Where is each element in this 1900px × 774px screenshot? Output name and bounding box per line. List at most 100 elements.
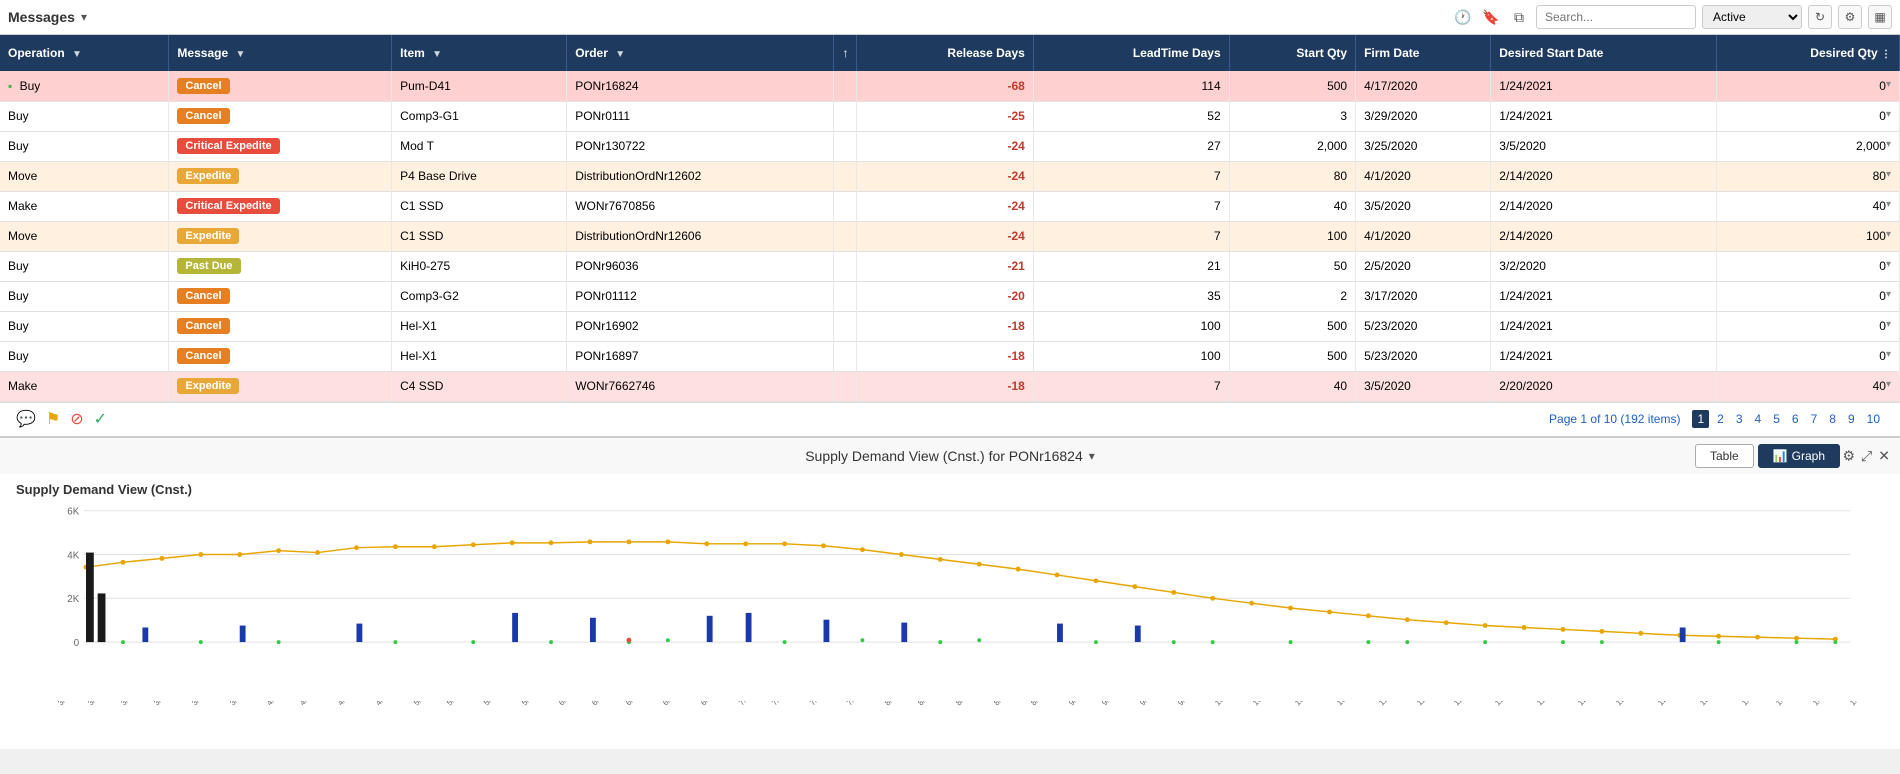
table-row[interactable]: Move Expedite C1 SSD DistributionOrdNr12… — [0, 221, 1900, 251]
cell-order: PONr130722 — [567, 131, 834, 161]
cell-message: Cancel — [169, 71, 392, 101]
page-link-5[interactable]: 5 — [1769, 410, 1784, 428]
cell-item: C1 SSD — [392, 221, 567, 251]
col-message[interactable]: Message ▼ — [169, 35, 392, 71]
row-expand-icon[interactable]: ▾ — [1886, 229, 1891, 240]
row-expand-icon[interactable]: ▾ — [1886, 169, 1891, 180]
table-row[interactable]: ▪ Buy Cancel Pum-D41 PONr16824 -68 114 5… — [0, 71, 1900, 101]
page-link-1[interactable]: 1 — [1692, 410, 1709, 428]
row-expand-icon[interactable]: ▾ — [1886, 139, 1891, 150]
cell-firm-date: 4/1/2020 — [1356, 161, 1491, 191]
bookmark-icon[interactable]: 🔖 — [1480, 6, 1502, 28]
supply-demand-header: Supply Demand View (Cnst.) for PONr16824… — [0, 436, 1900, 474]
top-bar: Messages ▾ 🕐 🔖 ⧉ Active Inactive All ↻ ⚙… — [0, 0, 1900, 35]
cell-firm-date: 3/5/2020 — [1356, 191, 1491, 221]
table-row[interactable]: Buy Past Due KiH0-275 PONr96036 -21 21 5… — [0, 251, 1900, 281]
cell-desired-start: 2/20/2020 — [1491, 371, 1717, 401]
status-select[interactable]: Active Inactive All — [1702, 5, 1802, 29]
table-row[interactable]: Buy Cancel Comp3-G2 PONr01112 -20 35 2 3… — [0, 281, 1900, 311]
cell-sort — [834, 341, 857, 371]
chevron-down-icon[interactable]: ▾ — [81, 10, 87, 24]
cell-leadtime-days: 21 — [1033, 251, 1229, 281]
table-row[interactable]: Make Expedite C4 SSD WONr7662746 -18 7 4… — [0, 371, 1900, 401]
message-badge: Expedite — [177, 378, 239, 394]
cell-leadtime-days: 7 — [1033, 191, 1229, 221]
row-expand-icon[interactable]: ▾ — [1886, 349, 1891, 360]
cell-order: PONr0111 — [567, 101, 834, 131]
col-item[interactable]: Item ▼ — [392, 35, 567, 71]
row-expand-icon[interactable]: ▾ — [1886, 259, 1891, 270]
row-expand-icon[interactable]: ▾ — [1886, 109, 1891, 120]
graph-icon: 📊 — [1773, 449, 1788, 463]
bar-blue-6 — [707, 615, 713, 641]
settings-button[interactable]: ⚙ — [1838, 5, 1862, 29]
page-link-7[interactable]: 7 — [1807, 410, 1822, 428]
cell-desired-start: 2/14/2020 — [1491, 221, 1717, 251]
cancel-action-icon[interactable]: ⊘ — [70, 409, 83, 429]
table-row[interactable]: Buy Cancel Hel-X1 PONr16902 -18 100 500 … — [0, 311, 1900, 341]
row-expand-icon[interactable]: ▾ — [1886, 199, 1891, 210]
search-input[interactable] — [1536, 5, 1696, 29]
cell-firm-date: 5/23/2020 — [1356, 341, 1491, 371]
table-row[interactable]: Buy Critical Expedite Mod T PONr130722 -… — [0, 131, 1900, 161]
page-link-6[interactable]: 6 — [1788, 410, 1803, 428]
cell-desired-start: 2/14/2020 — [1491, 161, 1717, 191]
flag-action-icon[interactable]: ⚑ — [46, 409, 60, 429]
release-days-value: -24 — [1007, 169, 1024, 183]
row-expand-icon[interactable]: ▾ — [1886, 379, 1891, 390]
sd-chevron-icon[interactable]: ▾ — [1089, 449, 1095, 463]
sd-close-icon[interactable]: ✕ — [1878, 447, 1890, 464]
cell-item: Comp3-G1 — [392, 101, 567, 131]
col-sort-arrow[interactable]: ↑ — [834, 35, 857, 71]
cell-item: Hel-X1 — [392, 341, 567, 371]
table-row[interactable]: Buy Cancel Hel-X1 PONr16897 -18 100 500 … — [0, 341, 1900, 371]
clock-icon[interactable]: 🕐 — [1452, 6, 1474, 28]
page-link-3[interactable]: 3 — [1732, 410, 1747, 428]
page-link-8[interactable]: 8 — [1825, 410, 1840, 428]
page-link-10[interactable]: 10 — [1863, 410, 1884, 428]
pagination-right: Page 1 of 10 (192 items) 1 2 3 4 5 6 7 8… — [1549, 410, 1884, 428]
row-expand-icon[interactable]: ▾ — [1886, 79, 1891, 90]
cell-leadtime-days: 52 — [1033, 101, 1229, 131]
table-view-button[interactable]: Table — [1695, 444, 1754, 468]
col-operation[interactable]: Operation ▼ — [0, 35, 169, 71]
cell-sort — [834, 371, 857, 401]
col-desired-qty[interactable]: Desired Qty ⋮ — [1717, 35, 1900, 71]
cell-item: C4 SSD — [392, 371, 567, 401]
cell-message: Past Due — [169, 251, 392, 281]
pagination-info: Page 1 of 10 (192 items) — [1549, 412, 1680, 426]
table-row[interactable]: Move Expedite P4 Base Drive Distribution… — [0, 161, 1900, 191]
page-link-2[interactable]: 2 — [1713, 410, 1728, 428]
copy-icon[interactable]: ⧉ — [1508, 6, 1530, 28]
cell-order: DistributionOrdNr12606 — [567, 221, 834, 251]
page-link-9[interactable]: 9 — [1844, 410, 1859, 428]
col-leadtime-days[interactable]: LeadTime Days — [1033, 35, 1229, 71]
row-expand-icon[interactable]: ▾ — [1886, 319, 1891, 330]
col-release-days[interactable]: Release Days — [857, 35, 1033, 71]
cell-start-qty: 100 — [1229, 221, 1355, 251]
col-firm-date[interactable]: Firm Date — [1356, 35, 1491, 71]
page-link-4[interactable]: 4 — [1751, 410, 1766, 428]
cell-message: Critical Expedite — [169, 191, 392, 221]
bar-blue-8 — [824, 619, 830, 641]
cell-desired-qty: 40 ▾ — [1717, 371, 1900, 401]
cell-message: Cancel — [169, 101, 392, 131]
col-desired-start-date[interactable]: Desired Start Date — [1491, 35, 1717, 71]
graph-view-button[interactable]: 📊 Graph — [1758, 444, 1840, 468]
col-start-qty[interactable]: Start Qty — [1229, 35, 1355, 71]
release-days-value: -18 — [1007, 349, 1024, 363]
sd-gear-icon[interactable]: ⚙ — [1843, 447, 1856, 464]
row-expand-icon[interactable]: ▾ — [1886, 289, 1891, 300]
sd-expand-icon[interactable]: ⤢ — [1861, 447, 1872, 464]
cell-desired-start: 1/24/2021 — [1491, 311, 1717, 341]
cell-desired-start: 3/2/2020 — [1491, 251, 1717, 281]
refresh-button[interactable]: ↻ — [1808, 5, 1832, 29]
grid-button[interactable]: ▦ — [1868, 5, 1892, 29]
check-action-icon[interactable]: ✓ — [94, 409, 107, 429]
cell-desired-qty: 0 ▾ — [1717, 101, 1900, 131]
comment-action-icon[interactable]: 💬 — [16, 409, 36, 429]
table-row[interactable]: Make Critical Expedite C1 SSD WONr767085… — [0, 191, 1900, 221]
col-order[interactable]: Order ▼ — [567, 35, 834, 71]
table-row[interactable]: Buy Cancel Comp3-G1 PONr0111 -25 52 3 3/… — [0, 101, 1900, 131]
cell-release-days: -24 — [857, 131, 1033, 161]
